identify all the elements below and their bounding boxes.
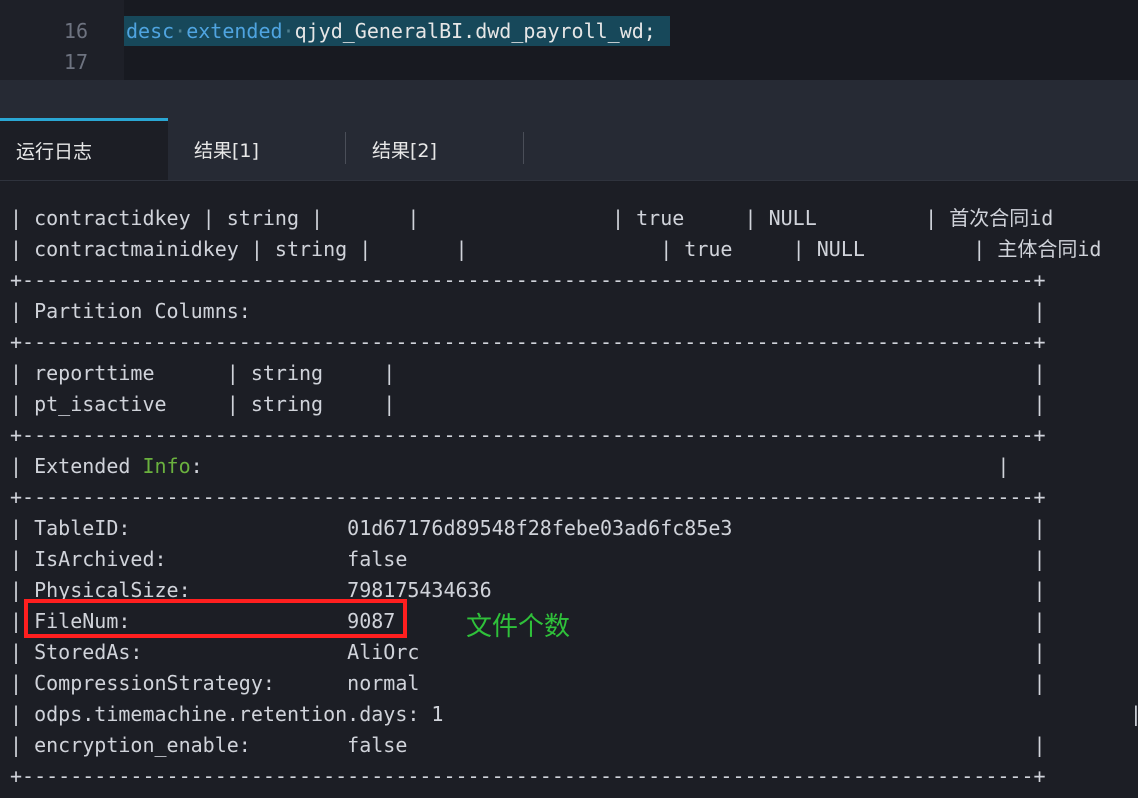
sql-keyword: extended (186, 19, 283, 43)
log-line: | Partition Columns: | (10, 299, 1046, 323)
tab-run-log[interactable]: 运行日志 (0, 118, 168, 180)
tab-label: 结果[1] (194, 139, 259, 162)
log-line-extended-info: | Extended Info: | (10, 454, 1009, 478)
tab-label: 结果[2] (372, 139, 437, 162)
log-separator: +---------------------------------------… (10, 423, 1046, 447)
log-separator: +---------------------------------------… (10, 268, 1046, 292)
log-separator: +---------------------------------------… (10, 330, 1046, 354)
log-text: : | (190, 454, 1010, 478)
sql-text: qjyd_GeneralBI.dwd_payroll_wd; (294, 19, 656, 43)
log-separator: +---------------------------------------… (10, 764, 1046, 788)
log-line: | CompressionStrategy: normal | (10, 671, 1046, 695)
tab-result-2[interactable]: 结果[2] (372, 118, 437, 180)
line-number-gutter: 16 17 (0, 0, 124, 80)
log-separator: +---------------------------------------… (10, 485, 1046, 509)
tab-result-1[interactable]: 结果[1] (194, 118, 259, 180)
filenum-highlight-box (24, 599, 407, 638)
log-line: | odps.timemachine.retention.days: 1 | (10, 702, 1138, 726)
panel-divider[interactable] (0, 80, 1138, 118)
log-line: | pt_isactive | string | | (10, 392, 1046, 416)
sql-keyword: desc (126, 19, 175, 43)
selected-code-line[interactable]: desc · extended · qjyd_GeneralBI.dwd_payroll… (124, 16, 670, 46)
result-tab-bar: 运行日志 结果[1] 结果[2] (0, 118, 1138, 181)
line-number: 17 (63, 50, 88, 74)
run-log-output[interactable]: | contractidkey | string | | | true | NU… (0, 182, 1138, 798)
line-number: 16 (63, 19, 88, 43)
tab-separator (345, 132, 346, 164)
tab-label: 运行日志 (16, 141, 93, 163)
tab-separator (523, 132, 524, 164)
log-line: | reporttime | string | | (10, 361, 1046, 385)
log-text: | Extended (10, 454, 143, 478)
log-line: | TableID: 01d67176d89548f28febe03ad6fc8… (10, 516, 1046, 540)
log-line: | StoredAs: AliOrc | (10, 640, 1046, 664)
annotation-label: 文件个数 (466, 612, 571, 642)
code-editor[interactable]: 16 17 desc · extended · qjyd_GeneralBI.dwd_p… (0, 0, 1138, 80)
log-line: | contractidkey | string | | | true | NU… (10, 206, 1054, 230)
log-line: | contractmainidkey | string | | | true … (10, 237, 1102, 261)
log-line: | IsArchived: false | (10, 547, 1046, 571)
log-line: | encryption_enable: false | (10, 733, 1046, 757)
info-keyword: Info (142, 454, 191, 478)
